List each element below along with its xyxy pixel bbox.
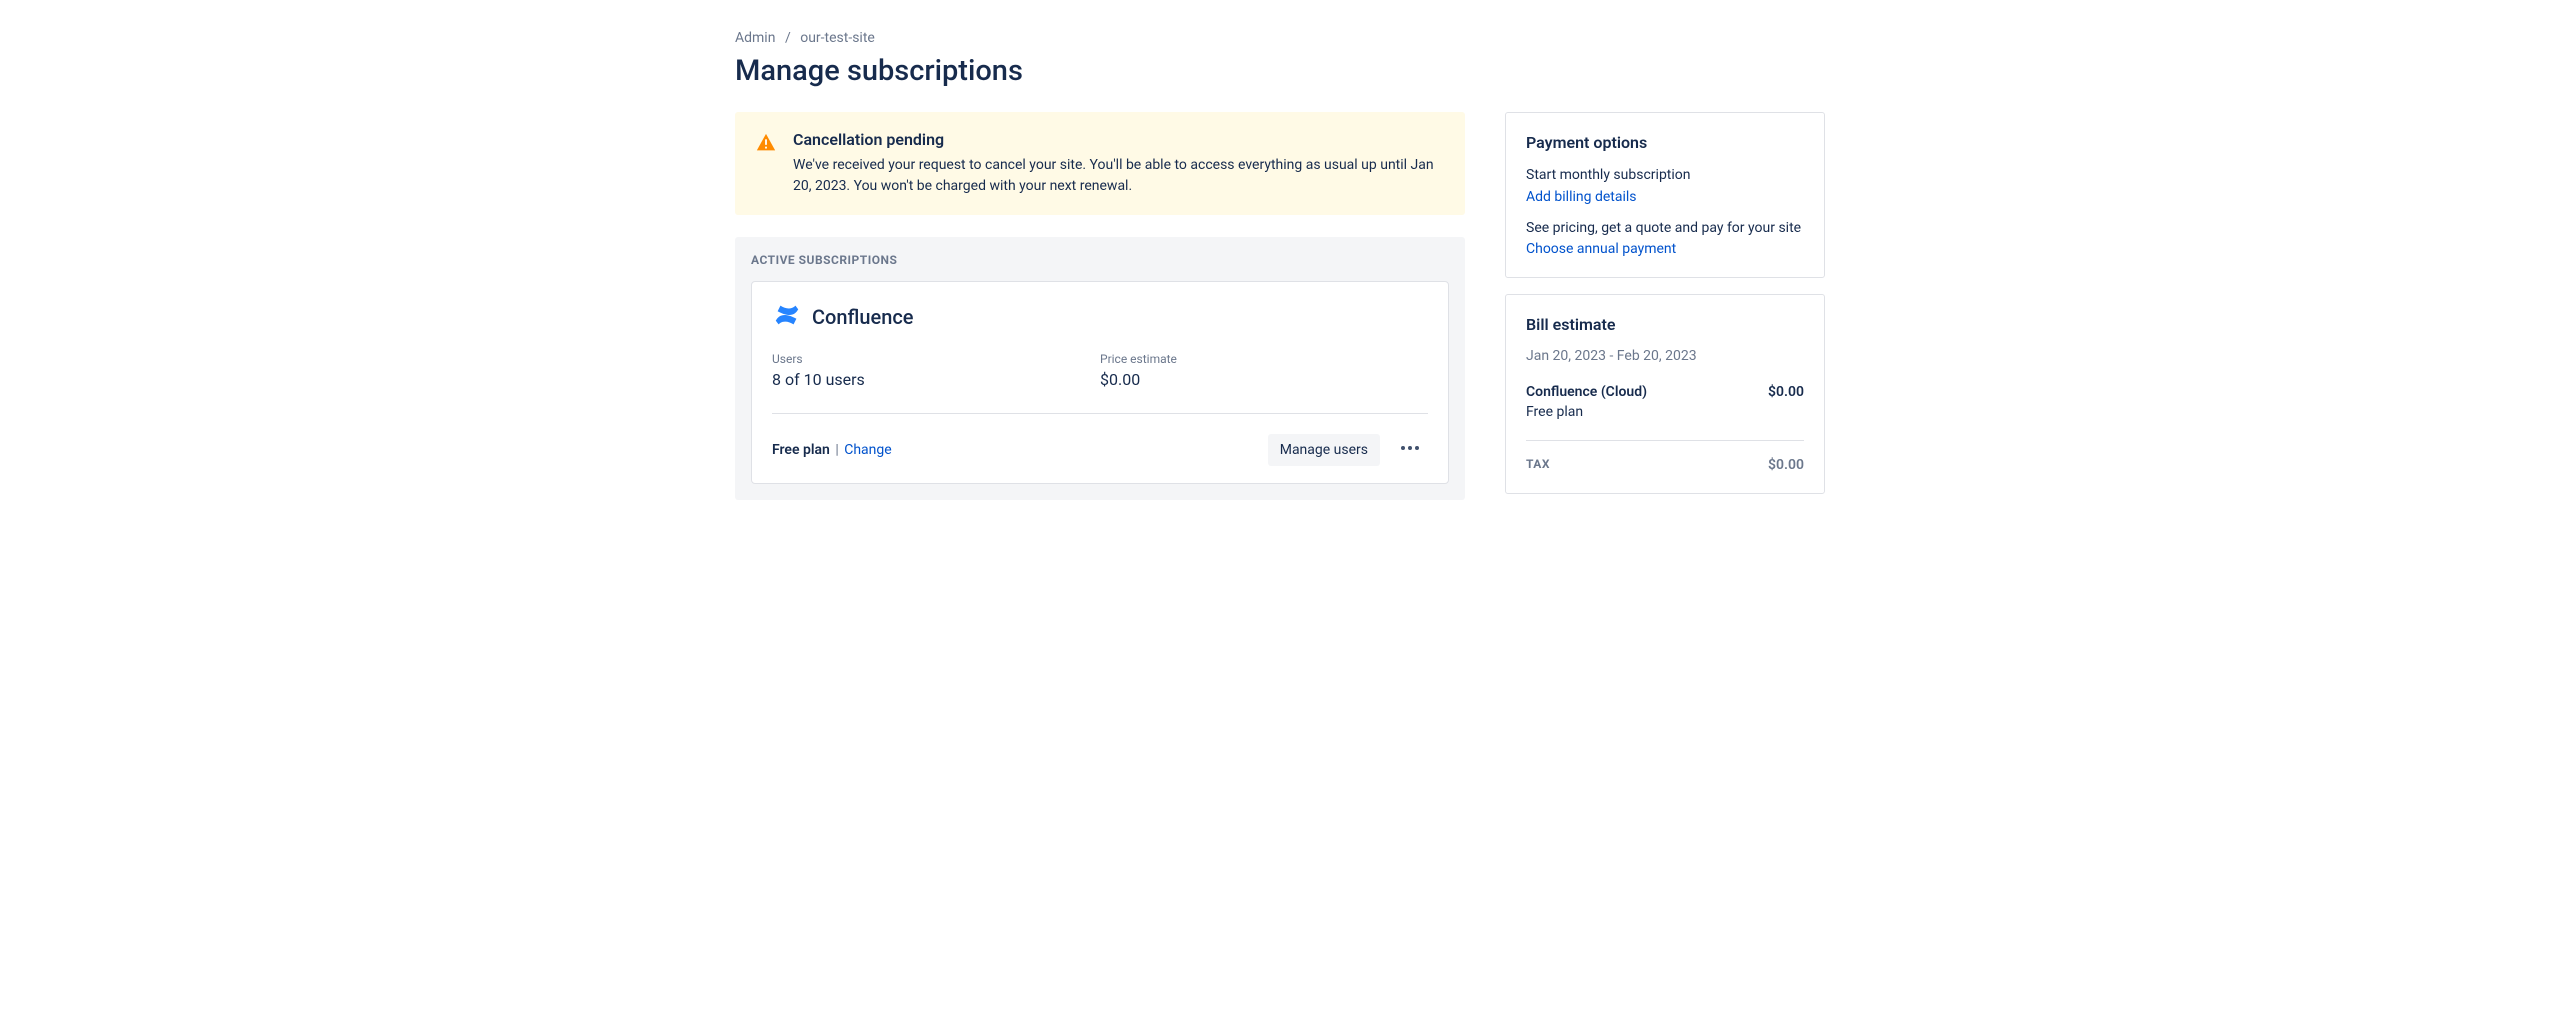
page-title: Manage subscriptions	[735, 54, 1825, 88]
annual-pricing-text: See pricing, get a quote and pay for you…	[1526, 219, 1804, 239]
breadcrumb-separator: /	[785, 30, 791, 46]
confluence-icon	[772, 300, 802, 334]
cancellation-banner: Cancellation pending We've received your…	[735, 112, 1465, 215]
bill-estimate-title: Bill estimate	[1526, 315, 1804, 334]
banner-body: We've received your request to cancel yo…	[793, 155, 1445, 197]
payment-options-card: Payment options Start monthly subscripti…	[1505, 112, 1825, 278]
change-plan-link[interactable]: Change	[844, 442, 891, 458]
breadcrumb-site[interactable]: our-test-site	[800, 30, 875, 46]
price-estimate-value: $0.00	[1100, 370, 1428, 389]
users-label: Users	[772, 352, 1100, 366]
card-divider	[772, 413, 1428, 414]
breadcrumb-admin[interactable]: Admin	[735, 30, 775, 46]
active-subscriptions-panel: ACTIVE SUBSCRIPTIONS Confluence	[735, 237, 1465, 500]
bill-period: Jan 20, 2023 - Feb 20, 2023	[1526, 348, 1804, 364]
bill-line-item-value: $0.00	[1768, 384, 1804, 400]
choose-annual-payment-link[interactable]: Choose annual payment	[1526, 241, 1676, 257]
warning-icon	[755, 132, 777, 197]
manage-users-button[interactable]: Manage users	[1268, 434, 1380, 466]
payment-options-title: Payment options	[1526, 133, 1804, 152]
active-subscriptions-header: ACTIVE SUBSCRIPTIONS	[751, 253, 1449, 267]
bill-line-item-plan: Free plan	[1526, 404, 1804, 420]
plan-separator: |	[835, 442, 838, 458]
breadcrumb: Admin / our-test-site	[735, 30, 1825, 46]
banner-title: Cancellation pending	[793, 130, 1445, 149]
plan-name: Free plan	[772, 442, 830, 458]
product-name: Confluence	[812, 305, 914, 329]
more-actions-button[interactable]	[1392, 432, 1428, 467]
more-horizontal-icon	[1398, 436, 1422, 463]
bill-line-item-name: Confluence (Cloud)	[1526, 384, 1647, 400]
bill-divider	[1526, 440, 1804, 441]
subscription-card: Confluence Users 8 of 10 users Price est…	[751, 281, 1449, 484]
users-value: 8 of 10 users	[772, 370, 1100, 389]
add-billing-details-link[interactable]: Add billing details	[1526, 189, 1637, 205]
monthly-subscription-text: Start monthly subscription	[1526, 166, 1804, 186]
tax-value: $0.00	[1768, 457, 1804, 473]
bill-estimate-card: Bill estimate Jan 20, 2023 - Feb 20, 202…	[1505, 294, 1825, 494]
price-estimate-label: Price estimate	[1100, 352, 1428, 366]
tax-label: TAX	[1526, 457, 1550, 473]
